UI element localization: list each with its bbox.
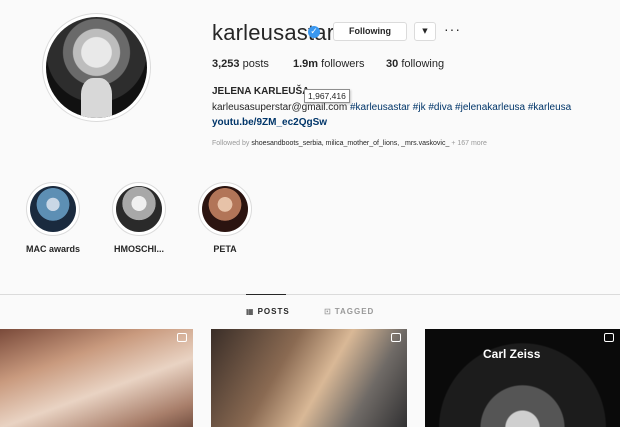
followers-stat[interactable]: 1.9m followers [293, 58, 365, 70]
story-highlight[interactable]: PETA [195, 182, 255, 254]
profile-avatar[interactable] [42, 13, 151, 122]
highlight-cover [30, 186, 76, 232]
highlight-ring [198, 182, 252, 236]
posts-count: 3,253 [212, 58, 240, 70]
followed-prefix: Followed by [212, 140, 250, 147]
highlight-ring [26, 182, 80, 236]
followed-by-text[interactable]: Followed by shoesandboots_serbia, milica… [212, 140, 487, 147]
followers-label: followers [321, 58, 365, 70]
followed-more: + 167 more [451, 140, 487, 147]
following-button[interactable]: Following [333, 22, 407, 41]
tag-icon: ⊡ [324, 307, 332, 316]
more-options-icon[interactable]: ··· [444, 22, 461, 36]
highlight-label: PETA [213, 244, 237, 254]
following-label: following [401, 58, 445, 70]
grid-icon: ▦ [246, 307, 255, 316]
profile-full-name: JELENA KARLEUŠA [212, 86, 310, 97]
following-stat[interactable]: 30 following [386, 58, 444, 70]
post-caption: Carl Zeiss [483, 347, 541, 361]
highlight-label: HMOSCHI... [113, 244, 164, 254]
tab-tagged-label: TAGGED [334, 307, 375, 316]
multi-photo-icon [177, 333, 187, 342]
chevron-down-icon[interactable]: ▼ [414, 22, 436, 41]
multi-photo-icon [391, 333, 401, 342]
tab-tagged[interactable]: ⊡ TAGGED [324, 307, 374, 316]
highlight-cover [202, 186, 248, 232]
followed-names: shoesandboots_serbia, milica_mother_of_l… [251, 140, 450, 147]
profile-photo [46, 17, 147, 118]
multi-photo-icon [604, 333, 614, 342]
post-thumbnail[interactable] [211, 329, 407, 427]
highlight-cover [116, 186, 162, 232]
story-highlight[interactable]: HMOSCHI... [109, 182, 169, 254]
tab-posts-label: POSTS [257, 307, 290, 316]
highlight-label: MAC awards [25, 244, 80, 254]
followers-count: 1.9m [293, 58, 319, 70]
post-thumbnail[interactable]: Carl Zeiss [425, 329, 620, 427]
bio-email[interactable]: karleusasuperstar@gmail.com [212, 102, 347, 113]
story-highlight[interactable]: MAC awards [23, 182, 83, 254]
bio-hashtags[interactable]: #karleusastar #jk #diva #jelenakarleusa … [350, 102, 571, 113]
followers-tooltip: 1,967,416 [304, 89, 350, 103]
active-tab-indicator [246, 294, 286, 295]
profile-bio: karleusasuperstar@gmail.com #karleusasta… [212, 102, 571, 113]
tab-posts[interactable]: ▦ POSTS [246, 307, 290, 316]
tabs-divider [0, 294, 620, 295]
post-thumbnail[interactable] [0, 329, 193, 427]
posts-label: posts [242, 58, 269, 70]
verified-badge-icon: ✓ [308, 26, 320, 38]
highlight-ring [112, 182, 166, 236]
following-count: 30 [386, 58, 399, 70]
profile-link[interactable]: youtu.be/9ZM_ec2QgSw [212, 117, 327, 128]
posts-stat: 3,253 posts [212, 58, 269, 70]
